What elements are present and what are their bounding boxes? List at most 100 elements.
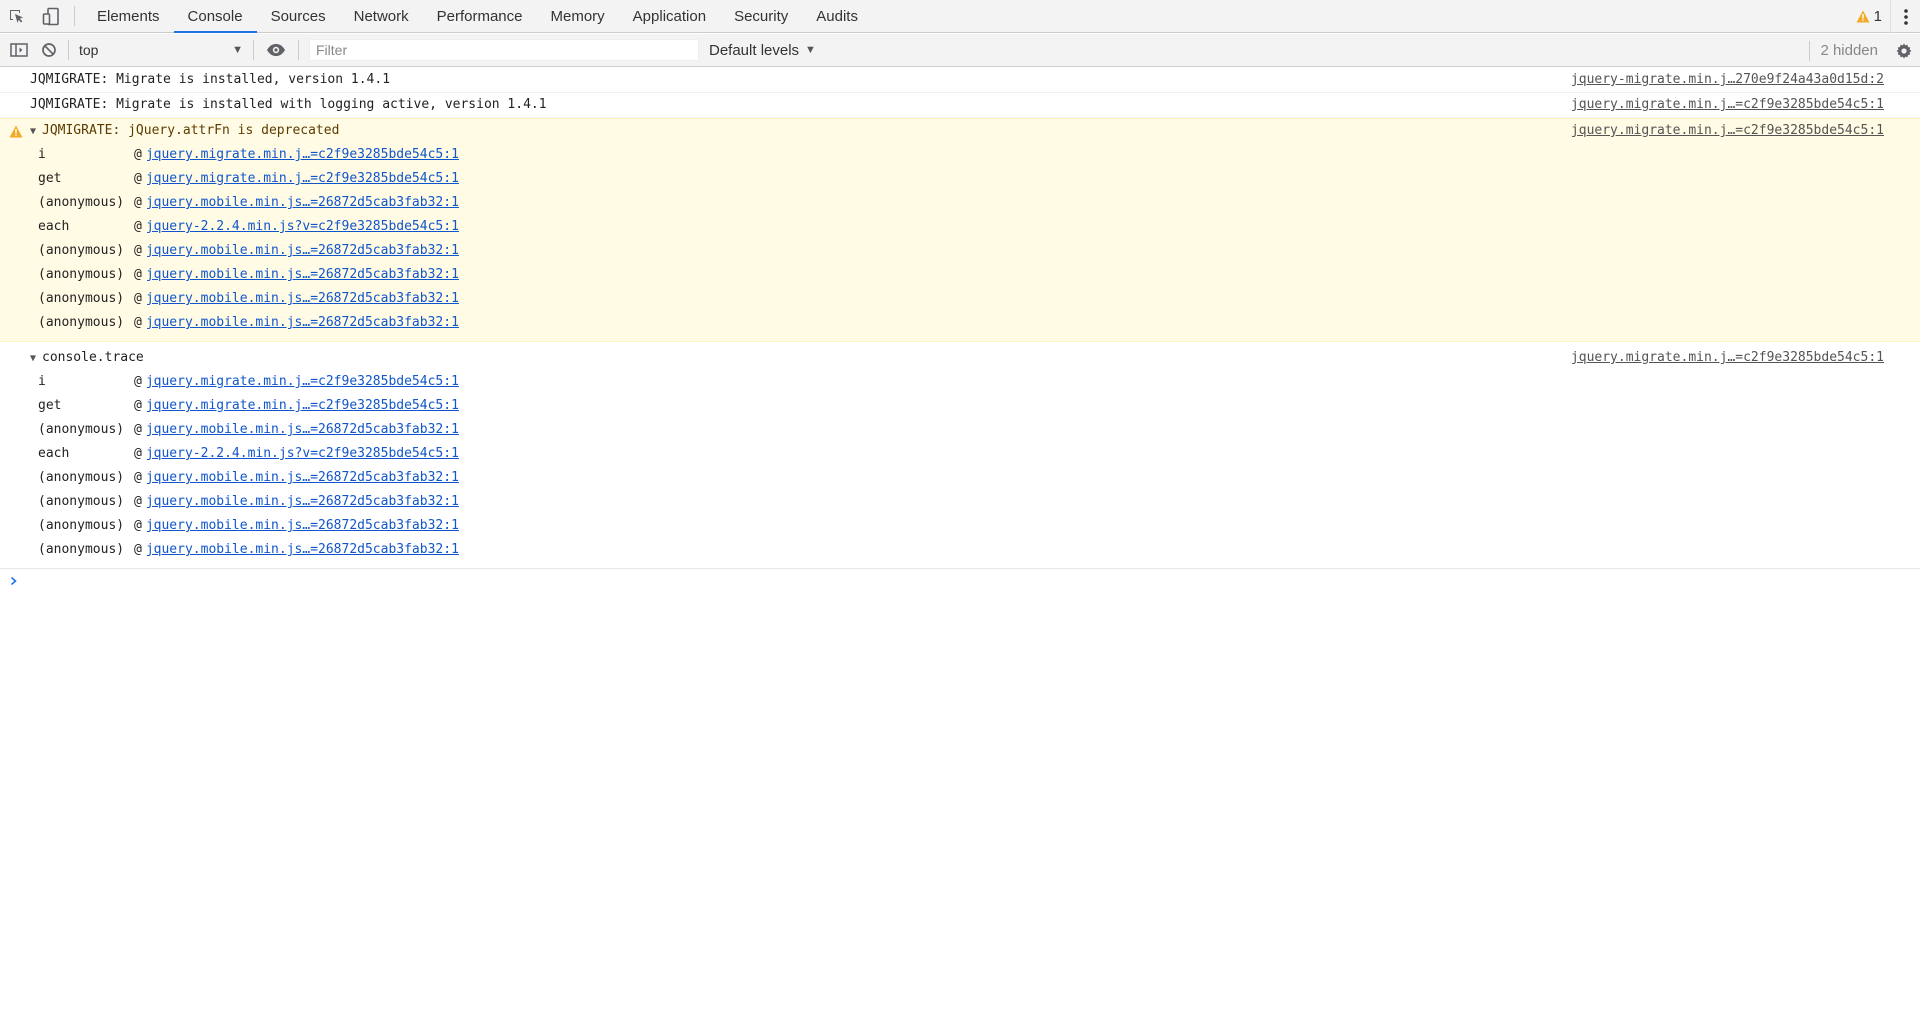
message-source-link[interactable]: jquery-migrate.min.j…270e9f24a43a0d15d:2	[1571, 68, 1884, 92]
stack-frame: (anonymous) @ jquery.mobile.min.js…=26872d…	[0, 263, 1920, 287]
message-source-link[interactable]: jquery.migrate.min.j…=c2f9e3285bde54c5:1	[1571, 346, 1884, 370]
message-text: console.trace	[42, 350, 144, 365]
frame-at: @	[134, 267, 142, 282]
frame-link[interactable]: jquery.mobile.min.js…=26872d5cab3fab32:1	[146, 239, 459, 263]
frame-link[interactable]: jquery.mobile.min.js…=26872d5cab3fab32:1	[146, 514, 459, 538]
frame-function: i	[38, 374, 46, 389]
stack-frame: (anonymous) @ jquery.mobile.min.js…=26872d…	[0, 311, 1920, 335]
frame-at: @	[134, 398, 142, 413]
console-prompt[interactable]	[0, 569, 1920, 593]
stack-frame: get @ jquery.migrate.min.j…=c2f9e3285bde54…	[0, 167, 1920, 191]
frame-link[interactable]: jquery.mobile.min.js…=26872d5cab3fab32:1	[146, 490, 459, 514]
stack-frame: (anonymous) @ jquery.mobile.min.js…=26872d…	[0, 466, 1920, 490]
tab-network[interactable]: Network	[340, 0, 423, 32]
console-settings-gear-icon[interactable]	[1888, 34, 1920, 67]
frame-function: (anonymous)	[38, 243, 125, 258]
frame-at: @	[134, 422, 142, 437]
frame-function: (anonymous)	[38, 315, 125, 330]
message-text: JQMIGRATE: jQuery.attrFn is deprecated	[42, 123, 340, 138]
message-source-link[interactable]: jquery.migrate.min.j…=c2f9e3285bde54c5:1	[1571, 93, 1884, 117]
expand-triangle-icon[interactable]: ▼	[30, 120, 42, 144]
toolbar-separator	[68, 40, 69, 60]
stack-frame: (anonymous) @ jquery.mobile.min.js…=26872d…	[0, 538, 1920, 562]
frame-function: get	[38, 171, 62, 186]
device-toolbar-icon[interactable]	[34, 0, 68, 33]
frame-at: @	[134, 446, 142, 461]
frame-link[interactable]: jquery.mobile.min.js…=26872d5cab3fab32:1	[146, 538, 459, 562]
frame-function: each	[38, 219, 70, 234]
log-levels-dropdown[interactable]: Default levels ▼	[709, 42, 816, 59]
stack-frame: get @ jquery.migrate.min.j…=c2f9e3285bde54…	[0, 394, 1920, 418]
filter-input[interactable]	[309, 39, 699, 61]
chevron-down-icon: ▼	[805, 44, 816, 56]
warning-count: 1	[1873, 8, 1882, 25]
frame-at: @	[134, 494, 142, 509]
frame-link[interactable]: jquery-2.2.4.min.js?v=c2f9e3285bde54c5:1	[146, 442, 459, 466]
frame-function: (anonymous)	[38, 494, 125, 509]
frame-link[interactable]: jquery.migrate.min.j…=c2f9e3285bde54c5:1	[146, 167, 459, 191]
frame-at: @	[134, 542, 142, 557]
frame-link[interactable]: jquery.mobile.min.js…=26872d5cab3fab32:1	[146, 311, 459, 335]
frame-at: @	[134, 243, 142, 258]
frame-at: @	[134, 374, 142, 389]
frame-function: get	[38, 398, 62, 413]
tab-security[interactable]: Security	[720, 0, 802, 32]
stack-frame: (anonymous) @ jquery.mobile.min.js…=26872d…	[0, 239, 1920, 263]
tab-sources[interactable]: Sources	[257, 0, 340, 32]
stack-frame: i @ jquery.migrate.min.j…=c2f9e3285bde54c5…	[0, 370, 1920, 394]
frame-link[interactable]: jquery.migrate.min.j…=c2f9e3285bde54c5:1	[146, 394, 459, 418]
frame-link[interactable]: jquery.mobile.min.js…=26872d5cab3fab32:1	[146, 287, 459, 311]
console-message-log: JQMIGRATE: Migrate is installed with log…	[0, 93, 1920, 118]
frame-at: @	[134, 195, 142, 210]
live-expression-eye-icon[interactable]	[258, 34, 294, 67]
frame-link[interactable]: jquery.migrate.min.j…=c2f9e3285bde54c5:1	[146, 370, 459, 394]
tab-console[interactable]: Console	[173, 0, 257, 33]
tab-bar-separator	[74, 6, 75, 26]
clear-console-icon[interactable]	[34, 34, 64, 67]
stack-frame: (anonymous) @ jquery.mobile.min.js…=26872d…	[0, 490, 1920, 514]
frame-at: @	[134, 518, 142, 533]
inspect-element-icon[interactable]	[0, 0, 34, 33]
stack-frame: i @ jquery.migrate.min.j…=c2f9e3285bde54c5…	[0, 143, 1920, 167]
frame-at: @	[134, 315, 142, 330]
frame-link[interactable]: jquery.migrate.min.j…=c2f9e3285bde54c5:1	[146, 143, 459, 167]
warning-triangle-icon	[1856, 10, 1870, 23]
tab-memory[interactable]: Memory	[537, 0, 619, 32]
show-console-sidebar-icon[interactable]	[4, 34, 34, 67]
stack-frame: (anonymous) @ jquery.mobile.min.js…=26872d…	[0, 514, 1920, 538]
console-toolbar: top ▼ Default levels ▼ 2 hidden	[0, 34, 1920, 67]
hidden-messages-count: 2 hidden	[1809, 40, 1888, 61]
expand-triangle-icon[interactable]: ▼	[30, 347, 42, 371]
warning-counter[interactable]: 1	[1848, 8, 1890, 25]
console-prompt-chevron-icon	[10, 576, 17, 586]
frame-function: (anonymous)	[38, 422, 125, 437]
context-select[interactable]: top ▼	[79, 39, 249, 61]
tab-audits[interactable]: Audits	[802, 0, 872, 32]
stack-frame: (anonymous) @ jquery.mobile.min.js…=26872d…	[0, 418, 1920, 442]
tab-performance[interactable]: Performance	[423, 0, 537, 32]
frame-function: i	[38, 147, 46, 162]
toolbar-separator	[298, 40, 299, 60]
chevron-down-icon: ▼	[232, 44, 243, 56]
frame-link[interactable]: jquery.mobile.min.js…=26872d5cab3fab32:1	[146, 191, 459, 215]
frame-function: (anonymous)	[38, 518, 125, 533]
log-levels-label: Default levels	[709, 41, 800, 59]
frame-link[interactable]: jquery.mobile.min.js…=26872d5cab3fab32:1	[146, 263, 459, 287]
customize-devtools-kebab-icon[interactable]	[1890, 0, 1920, 33]
tab-elements[interactable]: Elements	[83, 0, 174, 32]
frame-function: (anonymous)	[38, 267, 125, 282]
frame-function: (anonymous)	[38, 542, 125, 557]
frame-link[interactable]: jquery-2.2.4.min.js?v=c2f9e3285bde54c5:1	[146, 215, 459, 239]
message-source-link[interactable]: jquery.migrate.min.j…=c2f9e3285bde54c5:1	[1571, 119, 1884, 143]
frame-function: each	[38, 446, 70, 461]
frame-link[interactable]: jquery.mobile.min.js…=26872d5cab3fab32:1	[146, 466, 459, 490]
devtools-tab-bar: Elements Console Sources Network Perform…	[0, 0, 1920, 33]
frame-at: @	[134, 470, 142, 485]
frame-function: (anonymous)	[38, 195, 125, 210]
stack-frame: (anonymous) @ jquery.mobile.min.js…=26872d…	[0, 191, 1920, 215]
console-message-trace: ▼ console.trace jquery.migrate.min.j…=c2f…	[0, 342, 1920, 569]
console-message-log: JQMIGRATE: Migrate is installed, version…	[0, 68, 1920, 93]
tab-application[interactable]: Application	[619, 0, 720, 32]
stack-trace: i @ jquery.migrate.min.j…=c2f9e3285bde54c5…	[0, 143, 1920, 341]
frame-link[interactable]: jquery.mobile.min.js…=26872d5cab3fab32:1	[146, 418, 459, 442]
